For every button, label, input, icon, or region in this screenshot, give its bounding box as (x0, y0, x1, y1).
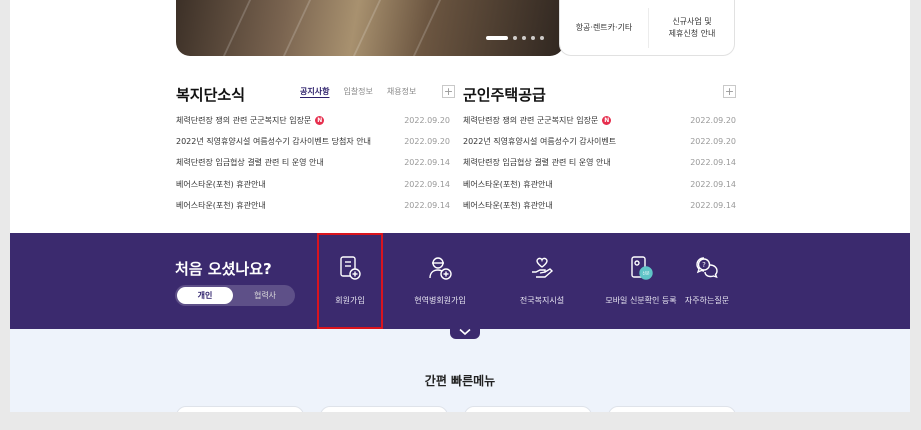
item-date: 2022.09.14 (404, 200, 450, 210)
service-label: 자주하는질문 (684, 296, 730, 305)
quick-menu-card[interactable] (464, 406, 592, 412)
carousel-dot[interactable] (522, 36, 526, 40)
soldier-join-button[interactable]: 현역병회원가입 (395, 233, 485, 329)
svg-text:?: ? (702, 261, 706, 269)
banner-quick-links: 항공·렌트카·기타 신규사업 및 제휴신청 안내 (559, 0, 735, 56)
carousel-dot[interactable] (513, 36, 517, 40)
member-join-button[interactable]: 회원가입 (317, 233, 383, 329)
first-visit-title: 처음 오셨나요? (175, 260, 272, 278)
quick-menu-card[interactable] (176, 406, 304, 412)
list-item[interactable]: 베어스타운(포천) 휴관안내 2022.09.14 (463, 174, 736, 195)
tab-notice[interactable]: 공지사항 (300, 86, 329, 97)
welfare-facility-icon (532, 257, 554, 278)
svg-text:신분: 신분 (642, 270, 650, 276)
list-item[interactable]: 체력단련장 쟁의 관련 군군복지단 입장문 N 2022.09.20 (463, 110, 736, 131)
quick-menu-title: 간편 빠른메뉴 (424, 374, 496, 388)
item-date: 2022.09.20 (690, 137, 736, 147)
housing-list: 체력단련장 쟁의 관련 군군복지단 입장문 N 2022.09.20 2022년 직… (463, 110, 736, 216)
list-item[interactable]: 체력단련장 임금협상 결렬 관련 티 운영 안내 2022.09.14 (463, 152, 736, 173)
list-item[interactable]: 체력단련장 쟁의 관련 군군복지단 입장문 N 2022.09.20 (176, 110, 450, 131)
mobile-id-icon: 신분 (631, 256, 653, 280)
list-item[interactable]: 베어스타운(포천) 휴관안내 2022.09.14 (176, 174, 450, 195)
item-date: 2022.09.14 (404, 158, 450, 168)
service-label: 현역병회원가입 (414, 296, 466, 305)
welfare-news-title: 복지단소식 (176, 86, 246, 104)
page-frame: 항공·렌트카·기타 신규사업 및 제휴신청 안내 복지단소식 공지사항 입찰정보… (10, 0, 910, 412)
list-item[interactable]: 베어스타운(포천) 휴관안내 2022.09.14 (463, 195, 736, 216)
expand-toggle-button[interactable] (450, 325, 480, 339)
faq-icon: ? (696, 257, 718, 279)
welfare-news-tabs: 공지사항 입찰정보 채용정보 (300, 86, 416, 97)
quick-menu-card[interactable] (608, 406, 736, 412)
soldier-join-icon (429, 257, 452, 280)
housing-title: 군인주택공급 (463, 86, 546, 104)
carousel-dot[interactable] (531, 36, 535, 40)
first-visit-band: 처음 오셨나요? 개인 협력사 회원가입 현역병회원가입 전국복지시설 신분 모… (10, 233, 910, 329)
faq-button[interactable]: ? 자주하는질문 (662, 233, 752, 329)
item-date: 2022.09.14 (404, 179, 450, 189)
welfare-facility-button[interactable]: 전국복지시설 (497, 233, 587, 329)
welfare-news-more-button[interactable]: + (442, 85, 455, 98)
item-date: 2022.09.20 (404, 116, 450, 126)
tab-bid[interactable]: 입찰정보 (343, 86, 372, 97)
service-label: 전국복지시설 (519, 296, 565, 305)
quick-link-air-rent[interactable]: 항공·렌트카·기타 (560, 0, 648, 56)
item-date: 2022.09.14 (690, 179, 736, 189)
list-item[interactable]: 체력단련장 임금협상 결렬 관련 티 운영 안내 2022.09.14 (176, 152, 450, 173)
list-item[interactable]: 베어스타운(포천) 휴관안내 2022.09.14 (176, 195, 450, 216)
welfare-news-list: 체력단련장 쟁의 관련 군군복지단 입장문 N 2022.09.20 2022년 직… (176, 110, 450, 216)
toggle-partner[interactable]: 협력사 (237, 285, 293, 306)
member-join-icon (340, 256, 361, 280)
quick-menu-card[interactable] (320, 406, 448, 412)
item-date: 2022.09.14 (690, 158, 736, 168)
toggle-personal[interactable]: 개인 (177, 287, 233, 304)
chevron-down-icon (459, 328, 471, 336)
list-item[interactable]: 2022년 직영휴양시설 여름성수기 감사이벤트 당첨자 안내 2022.09.2… (176, 131, 450, 152)
new-badge: N (315, 116, 325, 126)
new-badge: N (602, 116, 612, 126)
service-label: 회원가입 (335, 296, 365, 305)
item-date: 2022.09.20 (690, 116, 736, 126)
banner-carousel-image[interactable] (176, 0, 564, 56)
list-item[interactable]: 2022년 직영휴양시설 여름성수기 감사이벤트 2022.09.20 (463, 131, 736, 152)
tab-recruit[interactable]: 채용정보 (387, 86, 416, 97)
quick-link-new-business[interactable]: 신규사업 및 제휴신청 안내 (648, 0, 736, 56)
quick-menu-section: 간편 빠른메뉴 (10, 329, 910, 412)
carousel-indicator[interactable] (486, 36, 544, 40)
item-date: 2022.09.20 (404, 137, 450, 147)
carousel-dot[interactable] (540, 36, 544, 40)
housing-more-button[interactable]: + (723, 85, 736, 98)
carousel-indicator-active[interactable] (486, 36, 508, 40)
item-date: 2022.09.14 (690, 200, 736, 210)
member-type-toggle: 개인 협력사 (175, 285, 295, 306)
